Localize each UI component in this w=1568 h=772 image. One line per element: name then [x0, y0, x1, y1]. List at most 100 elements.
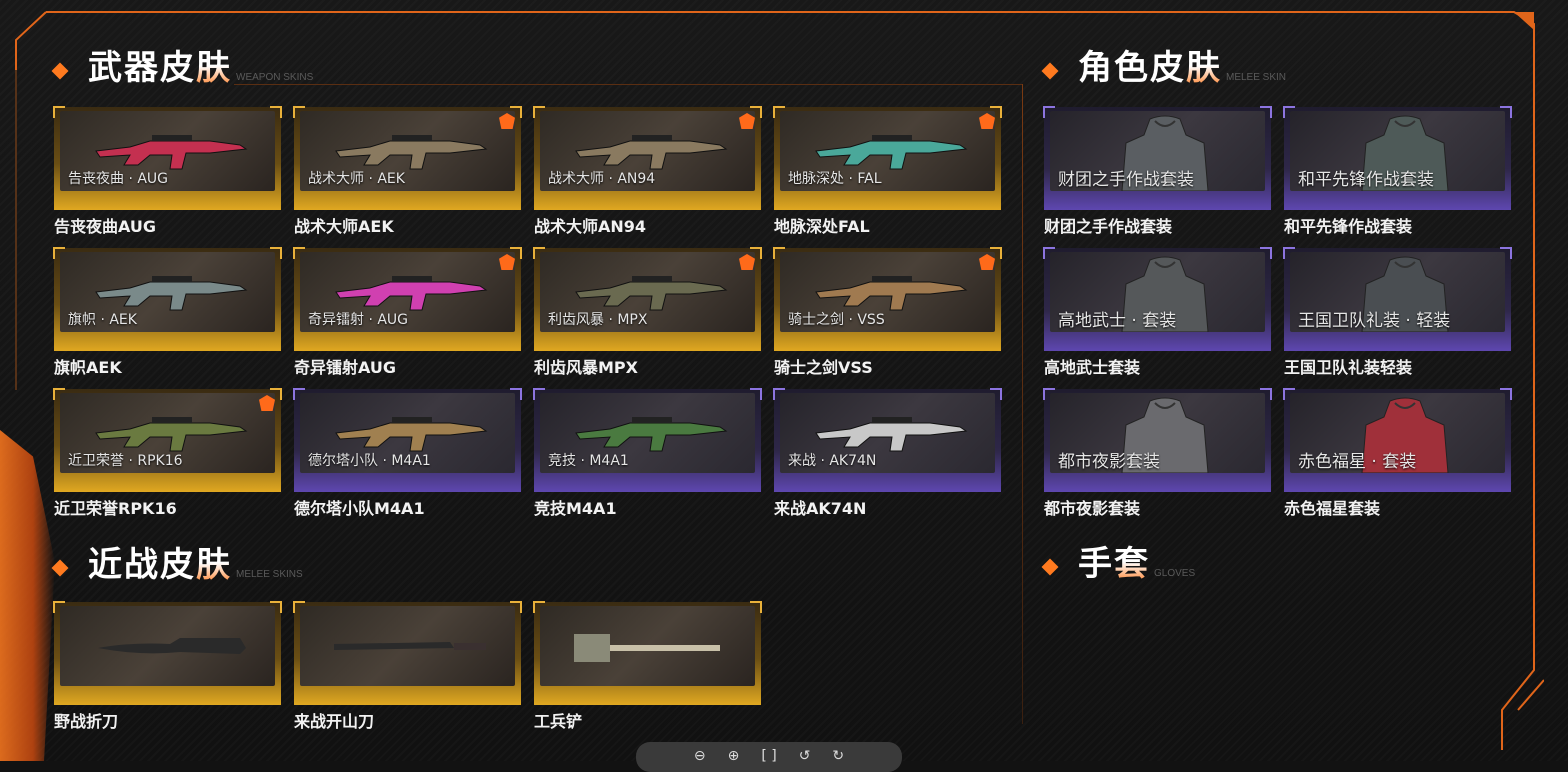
- skin-name: 奇异镭射AUG: [294, 358, 397, 377]
- skin-card[interactable]: 来战 · AK74N: [773, 388, 1002, 492]
- skin-name: 战术大师AN94: [534, 217, 647, 236]
- corner-decoration: [773, 388, 785, 400]
- corner-decoration: [270, 601, 282, 613]
- skin-card[interactable]: [53, 601, 282, 705]
- skin-card[interactable]: 战术大师 · AN94: [533, 106, 762, 210]
- fit-icon[interactable]: [ ]: [761, 748, 776, 764]
- card-overlay-label: 赤色福星 · 套装: [1298, 452, 1417, 472]
- corner-decoration: [1043, 106, 1055, 118]
- skin-name: 高地武士套装: [1044, 358, 1141, 377]
- weapon-art-icon: [95, 417, 248, 452]
- weapon-art-icon: [815, 135, 968, 170]
- card-image: [540, 606, 755, 686]
- corner-decoration: [270, 106, 282, 118]
- column-divider: [1022, 84, 1023, 724]
- skin-card[interactable]: 旗帜 · AEK: [53, 247, 282, 351]
- corner-decoration: [53, 106, 65, 118]
- subtitle-en: MELEE SKINS: [236, 569, 303, 580]
- skin-name: 战术大师AEK: [294, 217, 394, 236]
- rotate-right-icon[interactable]: ↻: [832, 748, 844, 764]
- corner-decoration: [1260, 247, 1272, 259]
- skin-name: 来战AK74N: [774, 499, 867, 518]
- skin-card[interactable]: [293, 601, 522, 705]
- corner-decoration: [1260, 388, 1272, 400]
- subtitle-en: WEAPON SKINS: [236, 72, 314, 83]
- knife-art-icon: [98, 638, 246, 654]
- card-overlay-label: 近卫荣誉 · RPK16: [68, 453, 183, 469]
- shovel-art-icon: [574, 634, 720, 662]
- card-image: [60, 606, 275, 686]
- weapon-art-icon: [575, 135, 728, 170]
- skin-card[interactable]: 竞技 · M4A1: [533, 388, 762, 492]
- skin-card[interactable]: 和平先锋作战套装: [1283, 106, 1512, 210]
- skin-name: 德尔塔小队M4A1: [294, 499, 425, 518]
- weapon-art-icon: [335, 276, 488, 311]
- title-text: 角色皮: [1078, 48, 1186, 88]
- skin-name: 告丧夜曲AUG: [54, 217, 157, 236]
- corner-decoration: [293, 601, 305, 613]
- card-overlay-label: 高地武士 · 套装: [1058, 311, 1177, 331]
- card-overlay-label: 旗帜 · AEK: [68, 312, 137, 328]
- skin-card[interactable]: 奇异镭射 · AUG: [293, 247, 522, 351]
- diamond-icon: [51, 62, 69, 80]
- skin-name: 竞技M4A1: [534, 499, 617, 518]
- skin-card[interactable]: 地脉深处 · FAL: [773, 106, 1002, 210]
- weapon-art-icon: [575, 417, 728, 452]
- role-skins-title: 角色皮肤 MELEE SKIN: [1041, 40, 1287, 89]
- skin-name: 都市夜影套装: [1044, 499, 1141, 518]
- melee-skins-title: 近战皮肤 MELEE SKINS: [51, 537, 303, 586]
- card-overlay-label: 利齿风暴 · MPX: [548, 312, 648, 328]
- skin-name: 和平先锋作战套装: [1284, 217, 1413, 236]
- machete-art-icon: [334, 642, 486, 650]
- zoom-in-icon[interactable]: ⊕: [728, 748, 740, 764]
- corner-decoration: [750, 388, 762, 400]
- skin-card[interactable]: 战术大师 · AEK: [293, 106, 522, 210]
- diamond-icon: [1041, 558, 1059, 576]
- weapon-art-icon: [815, 417, 968, 452]
- header-divider: [234, 84, 1023, 85]
- skin-name: 骑士之剑VSS: [774, 358, 873, 377]
- corner-decoration: [773, 247, 785, 259]
- corner-decoration: [270, 247, 282, 259]
- card-overlay-label: 告丧夜曲 · AUG: [68, 171, 169, 187]
- skin-card[interactable]: 高地武士 · 套装: [1043, 247, 1272, 351]
- skin-name: 赤色福星套装: [1284, 499, 1381, 518]
- zoom-out-icon[interactable]: ⊖: [694, 748, 706, 764]
- corner-decoration: [53, 247, 65, 259]
- card-overlay-label: 都市夜影套装: [1058, 452, 1160, 472]
- corner-decoration: [1283, 247, 1295, 259]
- weapon-art-icon: [575, 276, 728, 311]
- card-overlay-label: 竞技 · M4A1: [548, 453, 629, 469]
- skin-card[interactable]: 王国卫队礼装 · 轻装: [1283, 247, 1512, 351]
- skin-name: 野战折刀: [54, 712, 119, 731]
- card-overlay-label: 和平先锋作战套装: [1298, 170, 1434, 190]
- skin-card[interactable]: 近卫荣誉 · RPK16: [53, 388, 282, 492]
- skin-card[interactable]: 告丧夜曲 · AUG: [53, 106, 282, 210]
- corner-decoration: [53, 601, 65, 613]
- title-text-accent: 肤: [1186, 48, 1222, 88]
- card-overlay-label: 财团之手作战套装: [1058, 170, 1194, 190]
- card-overlay-label: 骑士之剑 · VSS: [788, 312, 885, 328]
- skin-card[interactable]: 财团之手作战套装: [1043, 106, 1272, 210]
- skin-card[interactable]: 都市夜影套装: [1043, 388, 1272, 492]
- diamond-icon: [51, 559, 69, 577]
- rotate-left-icon[interactable]: ↺: [799, 748, 811, 764]
- card-overlay-label: 地脉深处 · FAL: [788, 171, 882, 187]
- skin-card[interactable]: 赤色福星 · 套装: [1283, 388, 1512, 492]
- skin-name: 来战开山刀: [294, 712, 375, 731]
- card-overlay-label: 战术大师 · AEK: [308, 171, 405, 187]
- corner-decoration: [1043, 247, 1055, 259]
- title-text-accent: 套: [1114, 544, 1150, 584]
- corner-decoration: [1283, 106, 1295, 118]
- skin-name: 地脉深处FAL: [774, 217, 870, 236]
- corner-decoration: [510, 601, 522, 613]
- subtitle-en: MELEE SKIN: [1226, 72, 1287, 83]
- skin-card[interactable]: 利齿风暴 · MPX: [533, 247, 762, 351]
- weapon-art-icon: [815, 276, 968, 311]
- skin-card[interactable]: [533, 601, 762, 705]
- skin-card[interactable]: 德尔塔小队 · M4A1: [293, 388, 522, 492]
- skin-card[interactable]: 骑士之剑 · VSS: [773, 247, 1002, 351]
- corner-decoration: [1500, 388, 1512, 400]
- title-text-accent: 肤: [196, 545, 232, 585]
- title-text: 近战皮: [88, 545, 196, 585]
